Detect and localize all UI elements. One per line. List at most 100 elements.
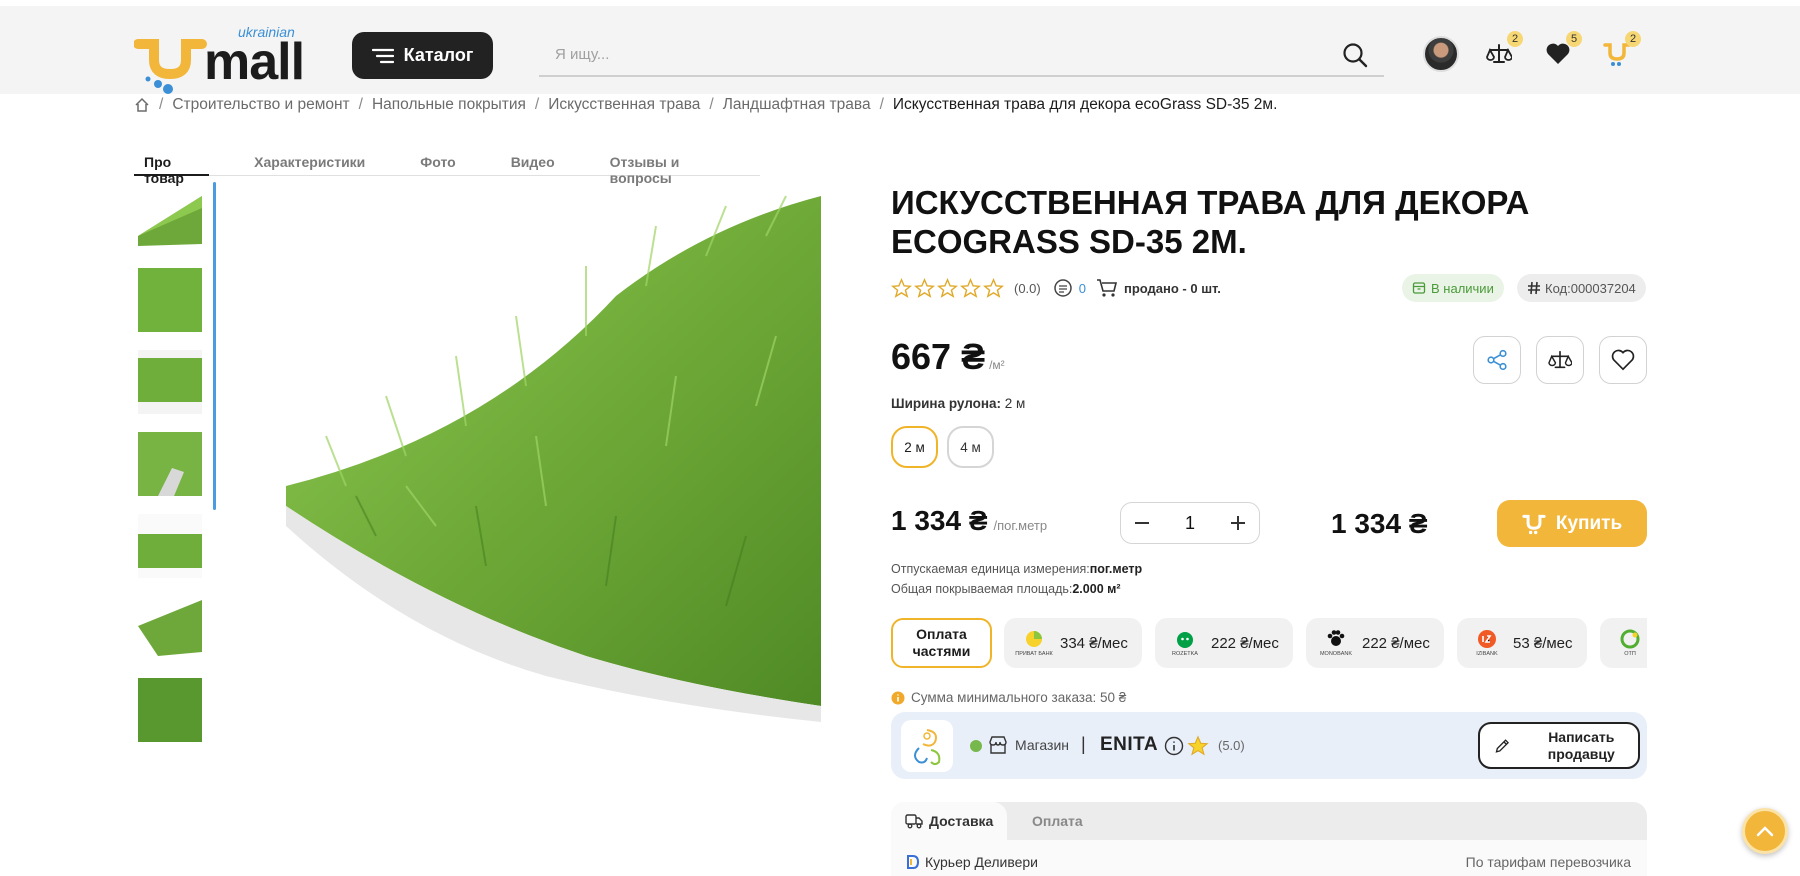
truck-icon (905, 814, 923, 829)
tab-about[interactable]: Про товар (134, 149, 210, 186)
menu-icon (371, 48, 394, 63)
stock-status: В наличии (1431, 280, 1494, 296)
quantity-stepper (1120, 502, 1260, 544)
breadcrumb-separator: / (879, 96, 884, 113)
catalog-label: Каталог (403, 45, 474, 65)
online-status-dot (970, 740, 982, 752)
star-icon (960, 277, 981, 298)
chevron-up-icon (1756, 826, 1774, 837)
installment-otp[interactable]: ОТП (1600, 618, 1647, 668)
cart-button[interactable]: 2 (1599, 31, 1641, 72)
installment-amount: 222 ₴/мес (1211, 634, 1279, 652)
umall-logo[interactable]: ukrainian mall (134, 24, 330, 94)
search-input[interactable] (555, 33, 1315, 75)
info-icon[interactable] (1164, 736, 1184, 756)
catalog-button[interactable]: Каталог (352, 32, 493, 79)
total-price: 1 334 ₴ (1331, 508, 1428, 539)
bank-name: IZIBANK (1476, 651, 1498, 657)
share-button[interactable] (1473, 336, 1521, 384)
tab-reviews[interactable]: Отзывы и вопросы (600, 149, 725, 186)
breadcrumb-item[interactable]: Искусственная трава (548, 96, 700, 114)
seller-name[interactable]: ENITA (1100, 734, 1158, 756)
price-value: 667 ₴ (891, 336, 986, 377)
price-unit: /м² (989, 358, 1005, 372)
delivery-price: По тарифам перевозчика (1465, 854, 1631, 870)
breadcrumb-separator: / (358, 96, 363, 113)
decrease-button[interactable] (1121, 503, 1163, 543)
user-avatar[interactable] (1423, 36, 1459, 72)
star-icon (983, 277, 1004, 298)
seller-type: Магазин (1015, 737, 1070, 753)
rozetka-logo: ROZETKA (1169, 629, 1201, 657)
bank-name: ПРИВАТ БАНК (1015, 651, 1053, 657)
installment-monobank[interactable]: MONOBANK 222 ₴/мес (1306, 618, 1444, 668)
coverage-area-value: 2.000 м² (1072, 582, 1121, 596)
thumbnail[interactable] (138, 350, 202, 414)
tab-characteristics[interactable]: Характеристики (244, 149, 375, 175)
buy-button[interactable]: Купить (1497, 500, 1647, 547)
sales-unit-value: пог.метр (1089, 562, 1143, 576)
product-title: Искусственная трава для декора ecoGrass … (891, 184, 1530, 260)
home-icon[interactable] (134, 97, 150, 113)
thumbnail-scrollbar[interactable] (213, 182, 216, 510)
thumbnail[interactable] (138, 514, 202, 578)
breadcrumb: / Строительство и ремонт / Напольные пок… (134, 94, 1277, 116)
width-option-4m[interactable]: 4 м (947, 426, 994, 468)
product-main-image[interactable] (286, 186, 821, 722)
delivery-option: Курьер Деливери По тарифам перевозчика (891, 840, 1647, 876)
izibank-logo: IZIBANK (1471, 629, 1503, 657)
breadcrumb-item[interactable]: Напольные покрытия (372, 96, 526, 114)
scroll-top-button[interactable] (1742, 808, 1788, 854)
monobank-logo: MONOBANK (1320, 629, 1352, 657)
share-icon (1487, 349, 1507, 371)
compare-count-badge: 2 (1507, 31, 1523, 47)
breadcrumb-item[interactable]: Строительство и ремонт (172, 96, 349, 114)
tab-delivery[interactable]: Доставка (891, 802, 1008, 840)
installments-button[interactable]: Оплата частями (891, 618, 992, 668)
coverage-area-label: Общая покрываемая площадь: (891, 582, 1073, 596)
thumbnail[interactable] (138, 268, 202, 332)
installment-amount: 53 ₴/мес (1513, 634, 1573, 652)
compare-product-button[interactable] (1536, 336, 1584, 384)
breadcrumb-item[interactable]: Ландшафтная трава (723, 96, 871, 114)
installment-privatbank[interactable]: ПРИВАТ БАНК 334 ₴/мес (1004, 618, 1142, 668)
breadcrumb-separator: / (709, 96, 714, 113)
seller-card: Магазин | ENITA (5.0) Написать продавцу (891, 712, 1647, 779)
compare-button[interactable]: 2 (1481, 31, 1523, 72)
price-per-m2: 667 ₴ /м² (891, 336, 1005, 378)
thumbnail[interactable] (138, 186, 202, 250)
unit-info: Отпускаемая единица измерения:пог.метр О… (891, 559, 1142, 599)
tab-video[interactable]: Видео (501, 149, 565, 175)
tab-photo[interactable]: Фото (410, 149, 465, 175)
installment-izibank[interactable]: IZIBANK 53 ₴/мес (1457, 618, 1587, 668)
write-seller-button[interactable]: Написать продавцу (1478, 722, 1640, 769)
width-option-2m[interactable]: 2 м (891, 426, 938, 468)
increase-button[interactable] (1217, 503, 1259, 543)
quantity-input[interactable] (1170, 512, 1210, 534)
rating-stars[interactable] (891, 277, 1004, 299)
search-icon[interactable] (1342, 42, 1368, 68)
thumbnail[interactable] (138, 596, 202, 660)
coverage-area-line: Общая покрываемая площадь:2.000 м² (891, 579, 1142, 599)
sold-count: продано - 0 шт. (1123, 280, 1221, 296)
roll-width-label: Ширина рулона: 2 м (891, 396, 1025, 411)
installment-amount: 222 ₴/мес (1362, 634, 1430, 652)
thumbnail[interactable] (138, 678, 202, 742)
tab-payment[interactable]: Оплата (1018, 802, 1097, 840)
reviews-icon[interactable] (1053, 278, 1073, 298)
compare-icon (1486, 44, 1512, 63)
stock-badge: В наличии (1402, 274, 1504, 302)
reviews-count[interactable]: 0 (1079, 281, 1086, 296)
installment-rozetka[interactable]: ROZETKA 222 ₴/мес (1155, 618, 1293, 668)
breadcrumb-current: Искусственная трава для декора ecoGrass … (892, 96, 1278, 113)
roll-width-title: Ширина рулона: (891, 396, 1002, 411)
product-code-badge: Код:000037204 (1517, 274, 1646, 302)
min-order-text: Сумма минимального заказа: 50 ₴ (911, 690, 1127, 705)
seller-logo[interactable] (901, 720, 953, 772)
star-icon (891, 277, 912, 298)
breadcrumb-separator: / (534, 96, 540, 113)
umall-logo-mark (134, 39, 207, 94)
favorite-product-button[interactable] (1599, 336, 1647, 384)
favorites-button[interactable]: 5 (1540, 31, 1582, 72)
thumbnail[interactable] (138, 432, 202, 496)
